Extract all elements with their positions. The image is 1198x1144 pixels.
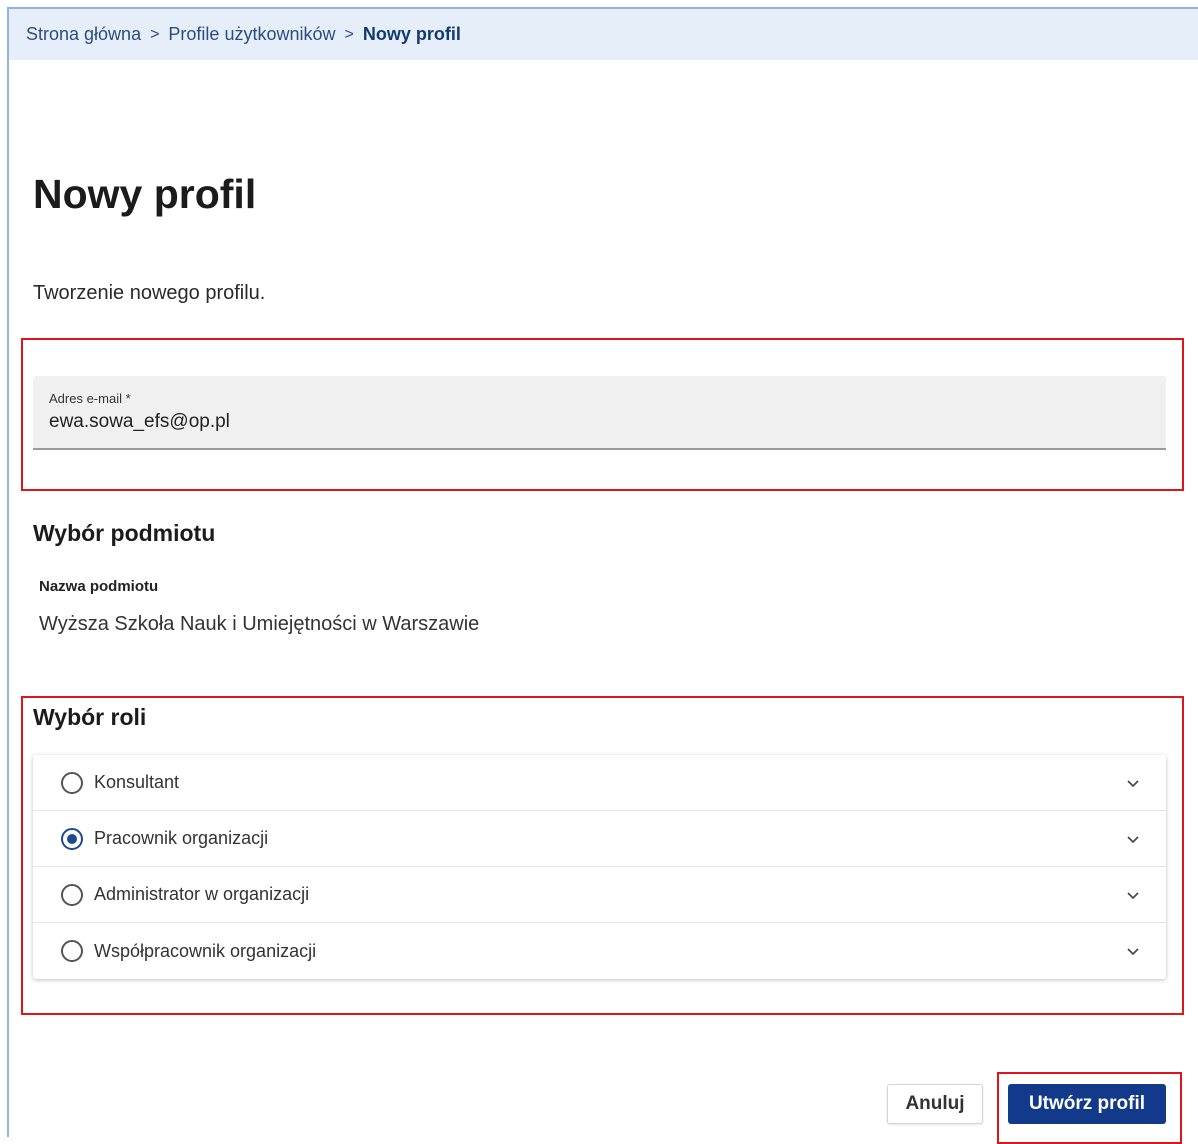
email-field-value[interactable]: ewa.sowa_efs@op.pl	[49, 411, 230, 433]
role-option-administrator[interactable]: Administrator w organizacji	[33, 867, 1166, 923]
chevron-down-icon[interactable]	[1126, 832, 1140, 846]
breadcrumb-profiles-link[interactable]: Profile użytkowników	[168, 24, 335, 45]
radio-checked-icon[interactable]	[61, 827, 83, 850]
role-label: Konsultant	[94, 772, 180, 792]
cancel-button[interactable]: Anuluj	[887, 1084, 983, 1124]
radio-icon[interactable]	[61, 771, 83, 794]
page-title: Nowy profil	[33, 171, 257, 217]
chevron-down-icon[interactable]	[1126, 776, 1140, 790]
entity-name-label: Nazwa podmiotu	[39, 578, 159, 595]
breadcrumb-separator: >	[150, 25, 160, 43]
breadcrumb-separator: >	[344, 25, 354, 43]
role-option-konsultant[interactable]: Konsultant	[33, 755, 1166, 811]
email-field-label: Adres e-mail *	[49, 391, 131, 406]
role-option-wspolpracownik[interactable]: Współpracownik organizacji	[33, 923, 1166, 979]
chevron-down-icon[interactable]	[1126, 944, 1140, 958]
breadcrumb: Strona główna > Profile użytkowników > N…	[9, 9, 1198, 60]
role-option-pracownik[interactable]: Pracownik organizacji	[33, 811, 1166, 867]
create-profile-button[interactable]: Utwórz profil	[1008, 1084, 1166, 1124]
entity-name-value: Wyższa Szkoła Nauk i Umiejętności w Wars…	[39, 613, 480, 635]
radio-icon[interactable]	[61, 883, 83, 906]
roles-accordion: Konsultant Pracownik organizacji Adminis…	[33, 755, 1166, 979]
chevron-down-icon[interactable]	[1126, 888, 1140, 902]
page-description: Tworzenie nowego profilu.	[33, 282, 266, 304]
entity-section-title: Wybór podmiotu	[33, 520, 216, 546]
roles-section-title: Wybór roli	[33, 704, 147, 730]
role-label: Współpracownik organizacji	[94, 940, 317, 961]
breadcrumb-home-link[interactable]: Strona główna	[26, 24, 141, 45]
email-field[interactable]: Adres e-mail * ewa.sowa_efs@op.pl	[33, 376, 1166, 450]
role-label: Pracownik organizacji	[94, 828, 269, 848]
role-label: Administrator w organizacji	[94, 884, 310, 904]
radio-icon[interactable]	[61, 940, 83, 962]
breadcrumb-current: Nowy profil	[362, 24, 461, 44]
